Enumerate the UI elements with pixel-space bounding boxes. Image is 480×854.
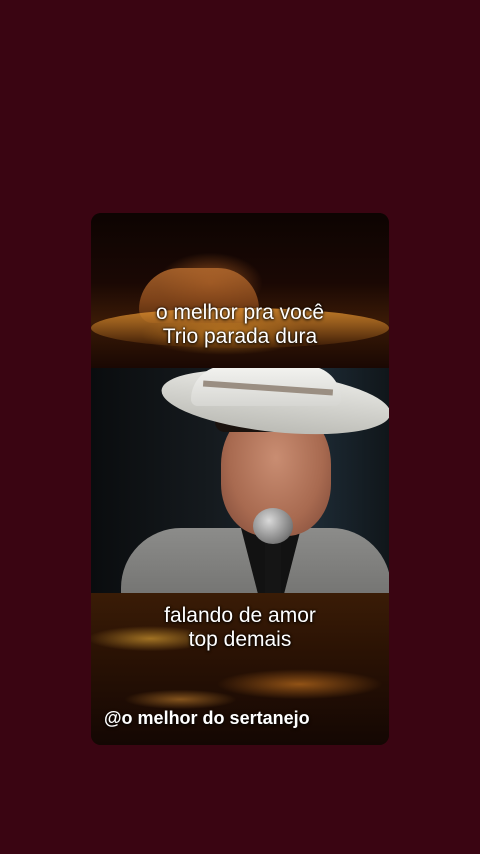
singer-photo xyxy=(91,368,389,593)
microphone-handle xyxy=(265,540,281,593)
story-card[interactable]: o melhor pra você Trio parada dura falan… xyxy=(91,213,389,745)
top-caption-line-2: Trio parada dura xyxy=(162,325,318,348)
bottom-caption-line-1: falando de amor xyxy=(164,604,316,627)
bottom-caption: falando de amor top demais xyxy=(91,604,389,652)
top-caption-line-1: o melhor pra você xyxy=(155,301,325,324)
watermark-handle: @o melhor do sertanejo xyxy=(104,708,310,728)
bottom-caption-line-2: top demais xyxy=(188,628,292,651)
microphone-icon xyxy=(253,508,293,544)
top-caption: o melhor pra você Trio parada dura xyxy=(91,301,389,349)
